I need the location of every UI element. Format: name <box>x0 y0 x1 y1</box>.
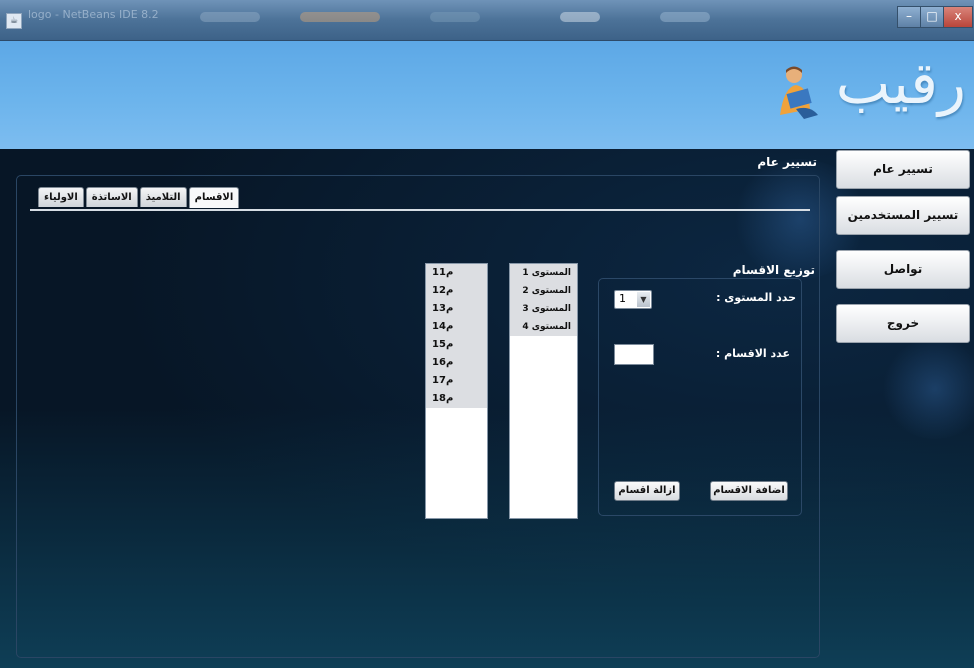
minimize-button[interactable]: – <box>897 6 921 28</box>
titlebar-blur <box>560 12 600 22</box>
tab-classes[interactable]: الاقسام <box>188 187 240 208</box>
class-count-input[interactable] <box>614 344 654 365</box>
titlebar-blur <box>660 12 710 22</box>
level-select[interactable]: 1 ▼ <box>614 290 652 309</box>
tab-parents[interactable]: الاولياء <box>38 187 84 207</box>
page-title: تسيير عام <box>757 155 817 169</box>
java-app-icon: ☕ <box>6 13 22 29</box>
list-item[interactable]: المستوى 1 <box>510 264 577 282</box>
level-select-value: 1 <box>619 292 626 305</box>
titlebar-blur <box>430 12 480 22</box>
reader-figure-icon <box>780 66 818 119</box>
nav-exit-button[interactable]: خروج <box>836 304 970 343</box>
titlebar-blur <box>200 12 260 22</box>
list-item[interactable]: 1م8 <box>426 390 487 408</box>
list-item[interactable]: 1م7 <box>426 372 487 390</box>
nav-general-management-button[interactable]: تسيير عام <box>836 150 970 189</box>
class-count-label: عدد الاقسام : <box>715 347 790 360</box>
chevron-down-icon[interactable]: ▼ <box>637 292 650 307</box>
app-banner: رقيب <box>0 41 974 149</box>
level-select-label: حدد المستوى : <box>716 291 796 304</box>
list-item[interactable]: 1م2 <box>426 282 487 300</box>
window-title: logo - NetBeans IDE 8.2 <box>28 8 159 21</box>
nav-users-management-button[interactable]: تسيير المستخدمين <box>836 196 970 235</box>
list-item[interactable]: المستوى 4 <box>510 318 577 336</box>
list-item[interactable]: المستوى 2 <box>510 282 577 300</box>
list-item[interactable]: 1م5 <box>426 336 487 354</box>
add-classes-button[interactable]: اضافة الاقسام <box>710 481 788 501</box>
list-item[interactable]: 1م4 <box>426 318 487 336</box>
tab-bar: الاقسام التلاميذ الاساتذة الاولياء <box>38 187 240 208</box>
list-item[interactable]: المستوى 3 <box>510 300 577 318</box>
app-logo: رقيب <box>835 49 966 117</box>
tab-divider <box>30 209 810 211</box>
maximize-button[interactable]: □ <box>920 6 944 28</box>
classes-list[interactable]: 1م1 1م2 1م3 1م4 1م5 1م6 1م7 1م8 <box>425 263 488 519</box>
list-item[interactable]: 1م3 <box>426 300 487 318</box>
list-item[interactable]: 1م1 <box>426 264 487 282</box>
tab-students[interactable]: التلاميذ <box>139 187 187 207</box>
window-titlebar: ☕ logo - NetBeans IDE 8.2 – □ x <box>0 0 974 41</box>
distribution-title: توزيع الاقسام <box>732 263 815 277</box>
background-glow <box>880 339 974 439</box>
remove-classes-button[interactable]: ازالة اقسام <box>614 481 680 501</box>
titlebar-blur <box>300 12 380 22</box>
list-item[interactable]: 1م6 <box>426 354 487 372</box>
levels-list[interactable]: المستوى 1 المستوى 2 المستوى 3 المستوى 4 <box>509 263 578 519</box>
nav-communication-button[interactable]: تواصل <box>836 250 970 289</box>
close-button[interactable]: x <box>943 6 973 28</box>
tab-teachers[interactable]: الاساتذة <box>85 187 138 207</box>
